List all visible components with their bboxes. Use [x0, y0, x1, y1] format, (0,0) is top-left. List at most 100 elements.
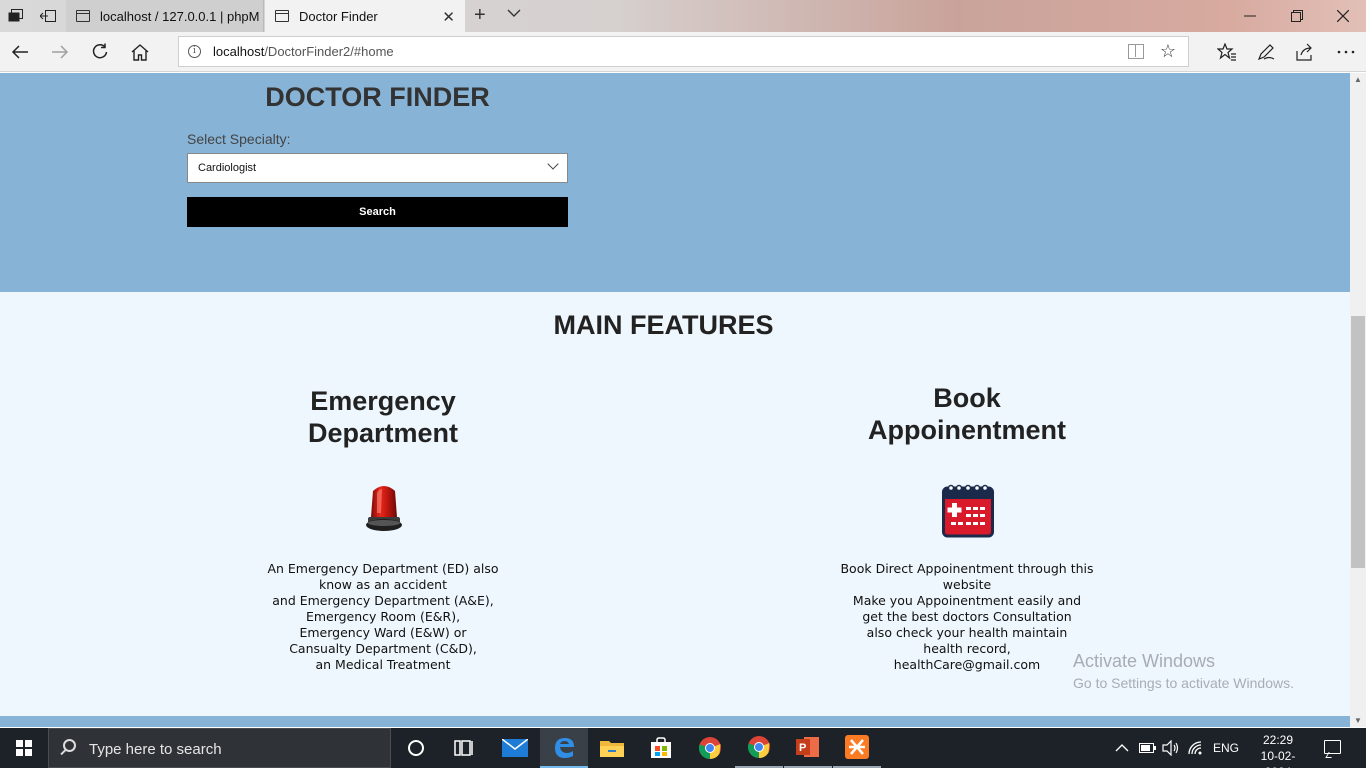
tab-phpmyadmin[interactable]: localhost / 127.0.0.1 | phpM [66, 0, 264, 32]
description-line: an Medical Treatment [315, 657, 451, 672]
feature-description: Book Direct Appoinentment through this w… [836, 561, 1098, 673]
powerpoint-icon[interactable]: P [784, 728, 832, 768]
clock-time: 22:29 [1262, 733, 1294, 747]
description-line: also check your health maintain [866, 625, 1068, 640]
show-hidden-icons[interactable] [1115, 728, 1129, 768]
page-scrollbar[interactable]: ▲ ▼ [1350, 73, 1366, 727]
url-path: /DoctorFinder2/#home [264, 44, 394, 59]
tab-title: localhost / 127.0.0.1 | phpM [100, 8, 260, 24]
hero-section: DOCTOR FINDER Select Specialty: Cardiolo… [0, 73, 1350, 292]
back-icon[interactable] [8, 40, 32, 64]
scrollbar-thumb[interactable] [1351, 316, 1365, 568]
taskbar: Type here to search P ENG 22:29 10-02-20… [0, 728, 1366, 779]
volume-icon[interactable] [1162, 728, 1180, 768]
web-note-pen-icon[interactable] [1254, 40, 1278, 64]
close-window-icon[interactable] [1331, 6, 1355, 26]
description-line: and Emergency Department (A&E), [272, 593, 494, 608]
specialty-selected-value: Cardiologist [198, 162, 257, 174]
home-icon[interactable] [128, 40, 152, 64]
mail-app-icon[interactable] [491, 728, 539, 768]
close-tab-icon[interactable]: ✕ [442, 8, 455, 26]
feature-title-line: Emergency [310, 386, 456, 416]
description-line: Book Direct Appoinentment through this [840, 561, 1094, 576]
search-icon [63, 739, 76, 752]
taskbar-clock[interactable]: 22:29 10-02-2024 [1250, 732, 1306, 780]
watermark-subtitle: Go to Settings to activate Windows. [1073, 675, 1294, 691]
features-heading: MAIN FEATURES [553, 310, 774, 340]
feature-description: An Emergency Department (ED) also know a… [252, 561, 514, 673]
set-tabs-aside-icon[interactable] [38, 6, 58, 26]
restore-icon[interactable] [1285, 6, 1309, 26]
siren-icon [365, 483, 403, 535]
task-view-icon[interactable] [440, 728, 488, 768]
description-line: website [942, 577, 992, 592]
page-viewport: DOCTOR FINDER Select Specialty: Cardiolo… [0, 73, 1350, 727]
description-line: healthCare@gmail.com [893, 657, 1041, 672]
feature-title-line: Department [307, 418, 459, 448]
clock-date: 10-02-2024 [1260, 749, 1296, 779]
description-line: Emergency Room (E&R), [305, 609, 461, 624]
browser-toolbar: i localhost/DoctorFinder2/#home ☆ [0, 32, 1366, 72]
specialty-label: Select Specialty: [187, 131, 291, 147]
calendar-icon [942, 483, 994, 538]
new-tab-icon[interactable]: + [474, 4, 486, 27]
store-icon[interactable] [637, 728, 685, 768]
feature-title: Emergency Department [252, 385, 514, 449]
scroll-down-icon[interactable]: ▼ [1354, 716, 1362, 725]
wifi-icon[interactable] [1187, 728, 1205, 768]
specialty-select[interactable]: Cardiologist [187, 153, 568, 183]
cortana-icon[interactable] [392, 728, 440, 768]
favorite-star-icon[interactable]: ☆ [1160, 41, 1176, 62]
feature-emergency-department: Emergency Department An Emergency Depart… [252, 385, 514, 675]
feature-title: Book Appoinentment [836, 382, 1098, 446]
forward-icon[interactable] [48, 40, 72, 64]
refresh-icon[interactable] [88, 40, 112, 64]
feature-title-line: Appoinentment [868, 415, 1066, 445]
chrome-icon[interactable] [735, 728, 783, 768]
footer-strip [0, 716, 1350, 727]
notifications-icon[interactable] [1324, 740, 1341, 754]
file-explorer-icon[interactable] [588, 728, 636, 768]
watermark-title: Activate Windows [1073, 651, 1216, 671]
taskbar-search-box[interactable]: Type here to search [48, 728, 391, 768]
description-line: Cansualty Department (C&D), [289, 641, 477, 656]
search-placeholder: Type here to search [89, 741, 222, 758]
description-line: Emergency Ward (E&W) or [299, 625, 467, 640]
activate-windows-watermark: Activate Windows Go to Settings to activ… [1073, 651, 1294, 691]
xampp-icon[interactable] [833, 728, 881, 768]
description-line: know as an accident [318, 577, 448, 592]
search-button[interactable]: Search [187, 197, 568, 227]
tab-preview-chevron-icon[interactable] [507, 6, 521, 21]
scroll-up-icon[interactable]: ▲ [1354, 75, 1362, 84]
tab-actions-icon[interactable] [6, 6, 26, 26]
tab-doctor-finder[interactable]: Doctor Finder ✕ [265, 0, 465, 32]
description-line: Make you Appoinentment easily and [852, 593, 1082, 608]
feature-title-line: Book [933, 383, 1001, 413]
share-icon[interactable] [1293, 40, 1317, 64]
address-bar[interactable]: i localhost/DoctorFinder2/#home ☆ [178, 36, 1189, 67]
language-indicator[interactable]: ENG [1213, 728, 1239, 768]
description-line: An Emergency Department (ED) also [267, 561, 499, 576]
minimize-icon[interactable] [1238, 6, 1262, 26]
description-line: get the best doctors Consultation [862, 609, 1072, 624]
feature-book-appointment: Book Appoinentment Book Direct Appoinent… [836, 382, 1098, 672]
svg-text:P: P [799, 742, 806, 754]
windows-logo-icon [16, 740, 32, 756]
browser-tab-bar: localhost / 127.0.0.1 | phpM Doctor Find… [0, 0, 1366, 32]
url-host: localhost [213, 44, 265, 59]
description-line: health record, [923, 641, 1011, 656]
battery-icon[interactable] [1139, 728, 1157, 768]
reading-view-icon[interactable] [1128, 44, 1144, 59]
site-title: DOCTOR FINDER [265, 82, 490, 112]
more-options-icon[interactable] [1334, 40, 1358, 64]
page-icon [76, 10, 90, 22]
favorites-hub-icon[interactable] [1215, 40, 1239, 64]
site-info-icon[interactable]: i [188, 45, 201, 58]
edge-browser-icon[interactable] [540, 728, 588, 768]
start-button[interactable] [0, 728, 48, 768]
url-text[interactable]: localhost/DoctorFinder2/#home [213, 44, 394, 59]
chevron-down-icon [547, 158, 559, 170]
chrome-icon[interactable] [686, 728, 734, 768]
tab-title: Doctor Finder [299, 8, 378, 24]
page-icon [275, 10, 289, 22]
